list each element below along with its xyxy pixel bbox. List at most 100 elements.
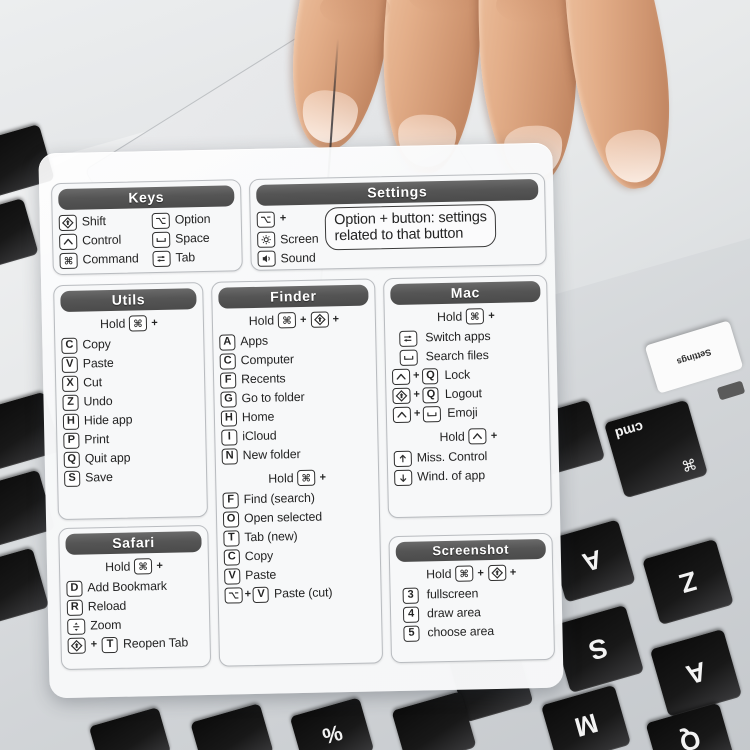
finder-label-icloud: iCloud bbox=[242, 428, 277, 444]
command-icon: ⌘ bbox=[455, 565, 474, 582]
utils-row-save: S Save bbox=[63, 466, 200, 488]
keys-row-control: Control bbox=[59, 230, 142, 251]
safari-plus: + bbox=[90, 638, 98, 651]
panel-screenshot: Screenshot Hold ⌘ + + 3 fullscreen 4 draw … bbox=[388, 532, 556, 664]
key-chip: T bbox=[223, 529, 240, 547]
panel-utils-title: Utils bbox=[60, 288, 197, 313]
svg-text:⌘: ⌘ bbox=[302, 473, 312, 484]
mac-plus-1: + bbox=[488, 309, 495, 323]
key-chip: F bbox=[219, 371, 237, 389]
key-chip: Q bbox=[63, 451, 80, 468]
settings-note-line2: related to that button bbox=[334, 225, 464, 245]
utils-label-hide-app: Hide app bbox=[83, 412, 133, 428]
safari-row-reopen-tab: + T Reopen Tab bbox=[67, 633, 203, 655]
key-chip: C bbox=[223, 548, 241, 566]
key-chip: P bbox=[63, 432, 80, 449]
key-chip: V bbox=[252, 586, 270, 603]
finder-label-find: Find (search) bbox=[243, 491, 315, 507]
finder-label-open-selected: Open selected bbox=[243, 509, 323, 526]
panel-safari-title: Safari bbox=[65, 531, 202, 555]
command-icon: ⌘ bbox=[129, 315, 148, 332]
key-chip: Z bbox=[62, 394, 79, 411]
finder-label-apps: Apps bbox=[240, 334, 269, 349]
screenshot-label-choose-area: choose area bbox=[427, 624, 495, 640]
space-icon bbox=[399, 349, 418, 366]
key-chip: 4 bbox=[402, 606, 420, 623]
utils-label-save: Save bbox=[85, 470, 113, 485]
up-arrow-icon bbox=[393, 450, 412, 467]
settings-label-sound: Sound bbox=[280, 250, 316, 266]
finder-row-paste-cut: + V Paste (cut) bbox=[224, 582, 374, 604]
keys-row-space: Space bbox=[152, 228, 235, 249]
keys-label-option: Option bbox=[174, 212, 211, 227]
finder-plus-3: + bbox=[319, 471, 327, 484]
zoom-icon bbox=[67, 618, 86, 635]
finder-hold-row-2: Hold ⌘ + bbox=[222, 463, 372, 491]
shift-icon bbox=[487, 564, 507, 582]
command-icon: ⌘ bbox=[134, 558, 153, 575]
keys-row-tab: Tab bbox=[152, 247, 235, 268]
key-chip: 5 bbox=[403, 625, 420, 642]
svg-text:⌘: ⌘ bbox=[471, 312, 481, 323]
mac-hold-label-1: Hold bbox=[436, 309, 463, 325]
space-icon bbox=[152, 231, 171, 248]
svg-text:⌘: ⌘ bbox=[134, 319, 144, 330]
key-chip: S bbox=[63, 470, 81, 487]
finder-label-paste-cut: Paste (cut) bbox=[273, 585, 333, 601]
option-icon bbox=[224, 586, 243, 604]
svg-text:⌘: ⌘ bbox=[64, 256, 74, 267]
mac-label-switch-apps: Switch apps bbox=[425, 329, 491, 345]
key-chip: Q bbox=[422, 386, 440, 403]
tab-icon bbox=[399, 330, 418, 347]
brightness-icon bbox=[257, 231, 276, 248]
mac-label-emoji: Emoji bbox=[447, 405, 478, 421]
screenshot-plus-2: + bbox=[509, 566, 517, 579]
fingernail bbox=[602, 126, 666, 187]
mac-plus-3: + bbox=[413, 388, 421, 401]
finder-hold-label-2: Hold bbox=[268, 471, 294, 486]
key-chip: I bbox=[221, 428, 238, 446]
finder-label-tab-new: Tab (new) bbox=[244, 529, 298, 545]
key-chip: D bbox=[66, 580, 83, 597]
keyboard-key-cmd-label: cmd bbox=[613, 418, 646, 443]
safari-label-reopen-tab: Reopen Tab bbox=[122, 635, 189, 652]
key-chip: V bbox=[224, 567, 241, 585]
finder-label-home: Home bbox=[241, 409, 275, 425]
shift-icon bbox=[310, 311, 329, 328]
svg-text:⌘: ⌘ bbox=[460, 569, 470, 580]
key-chip: A bbox=[219, 333, 236, 351]
control-icon bbox=[59, 233, 78, 250]
utils-hold-plus: + bbox=[151, 316, 158, 330]
finder-label-recents: Recents bbox=[240, 371, 286, 387]
utils-label-paste: Paste bbox=[82, 356, 114, 371]
svg-text:⌘: ⌘ bbox=[139, 562, 149, 573]
safari-label-reload: Reload bbox=[87, 599, 127, 614]
key-chip: Q bbox=[422, 367, 439, 384]
screenshot-label-fullscreen: fullscreen bbox=[426, 586, 479, 602]
mac-label-search-files: Search files bbox=[425, 348, 489, 364]
svg-text:⌘: ⌘ bbox=[282, 316, 292, 327]
command-icon: ⌘ bbox=[297, 469, 316, 487]
command-icon: ⌘ bbox=[466, 308, 485, 325]
settings-plus: + bbox=[279, 212, 287, 225]
panel-settings: Settings + Screen Sound Option + button:… bbox=[248, 172, 547, 272]
finder-label-paste: Paste bbox=[245, 567, 277, 583]
panel-finder: Finder Hold ⌘ + + A Apps C Computer F Recen… bbox=[211, 278, 384, 667]
option-icon bbox=[256, 211, 275, 228]
mac-plus-2: + bbox=[412, 369, 420, 382]
panel-utils: Utils Hold ⌘ + C Copy V Paste X Cut Z Undo H… bbox=[53, 282, 208, 521]
command-icon: ⌘ bbox=[679, 453, 699, 475]
mac-hold-row-2: Hold + bbox=[393, 421, 543, 449]
key-chip: C bbox=[61, 337, 78, 354]
key-chip: N bbox=[221, 447, 238, 465]
mac-label-mission-control: Miss. Control bbox=[416, 449, 488, 465]
settings-note: Option + button: settings related to tha… bbox=[324, 203, 497, 251]
finder-plus-4: + bbox=[244, 588, 252, 601]
utils-hold-row: Hold ⌘ + bbox=[61, 312, 197, 336]
mac-plus-4: + bbox=[413, 407, 421, 420]
settings-row-sound: Sound bbox=[257, 248, 319, 268]
screenshot-plus-1: + bbox=[477, 567, 485, 580]
keys-label-shift: Shift bbox=[81, 214, 107, 229]
keys-label-space: Space bbox=[175, 231, 210, 246]
utils-label-quit-app: Quit app bbox=[84, 450, 131, 466]
